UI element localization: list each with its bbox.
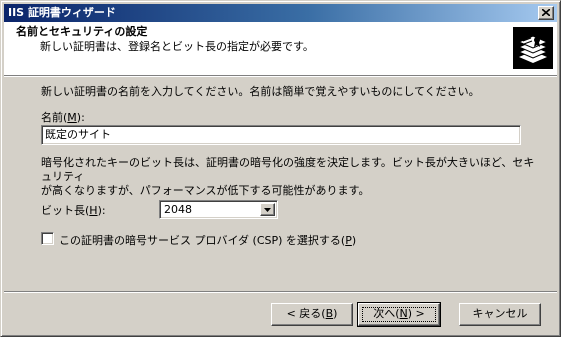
dropdown-button[interactable] [260,203,275,216]
bit-length-select[interactable]: 2048 [159,200,278,219]
window-title: IIS 証明書ウィザード [8,6,116,19]
certificate-stack-icon [513,27,553,69]
header-divider [4,75,557,77]
bit-label-suffix: ): [97,204,106,217]
name-label: 名前(M): [41,109,85,125]
csp-label-suffix: ) [351,234,357,247]
description-line-1: 暗号化されたキーのビット長は、証明書の暗号化の強度を決定します。ビット長が大きい… [41,156,535,183]
certificate-name-input[interactable]: 既定のサイト [41,125,521,145]
bit-length-description: 暗号化されたキーのビット長は、証明書の暗号化の強度を決定します。ビット長が大きい… [41,156,541,198]
title-bar[interactable]: IIS 証明書ウィザード [4,4,557,22]
close-button[interactable] [538,6,554,20]
wizard-header: 名前とセキュリティの設定 新しい証明書は、登録名とビット長の指定が必要です。 [4,22,557,75]
chevron-down-icon [264,208,271,212]
intro-text: 新しい証明書の名前を入力してください。名前は簡単で覚えやすいものにしてください。 [41,85,480,98]
cancel-button[interactable]: キャンセル [459,303,541,326]
back-label-prefix: < 戻る( [286,307,326,320]
focus-rect [362,307,436,322]
name-label-prefix: 名前( [41,111,68,124]
wizard-window: IIS 証明書ウィザード 名前とセキュリティの設定 新しい証明書は、登録名とビッ… [0,0,561,337]
page-subtitle: 新しい証明書は、登録名とビット長の指定が必要です。 [40,40,314,53]
description-line-2: が高くなりますが、パフォーマンスが低下する可能性があります。 [41,184,370,197]
bit-label-accesskey: H [89,204,98,217]
name-label-suffix: ): [76,111,85,124]
bit-length-value: 2048 [164,203,192,216]
name-label-accesskey: M [67,111,77,124]
close-icon [542,9,550,16]
bit-length-label: ビット長(H): [41,202,106,218]
csp-checkbox[interactable] [41,232,54,245]
csp-label[interactable]: この証明書の暗号サービス プロバイダ (CSP) を選択する(P) [59,232,356,248]
page-title: 名前とセキュリティの設定 [16,25,148,38]
bit-label-prefix: ビット長( [41,204,90,217]
footer-divider [4,291,557,293]
back-label-suffix: ) [333,307,338,320]
csp-label-prefix: この証明書の暗号サービス プロバイダ (CSP) を選択する( [59,234,346,247]
back-accesskey: B [325,307,334,320]
back-button[interactable]: < 戻る(B) [271,303,353,326]
next-button[interactable]: 次へ(N) > [357,302,441,327]
csp-label-accesskey: P [345,234,352,247]
